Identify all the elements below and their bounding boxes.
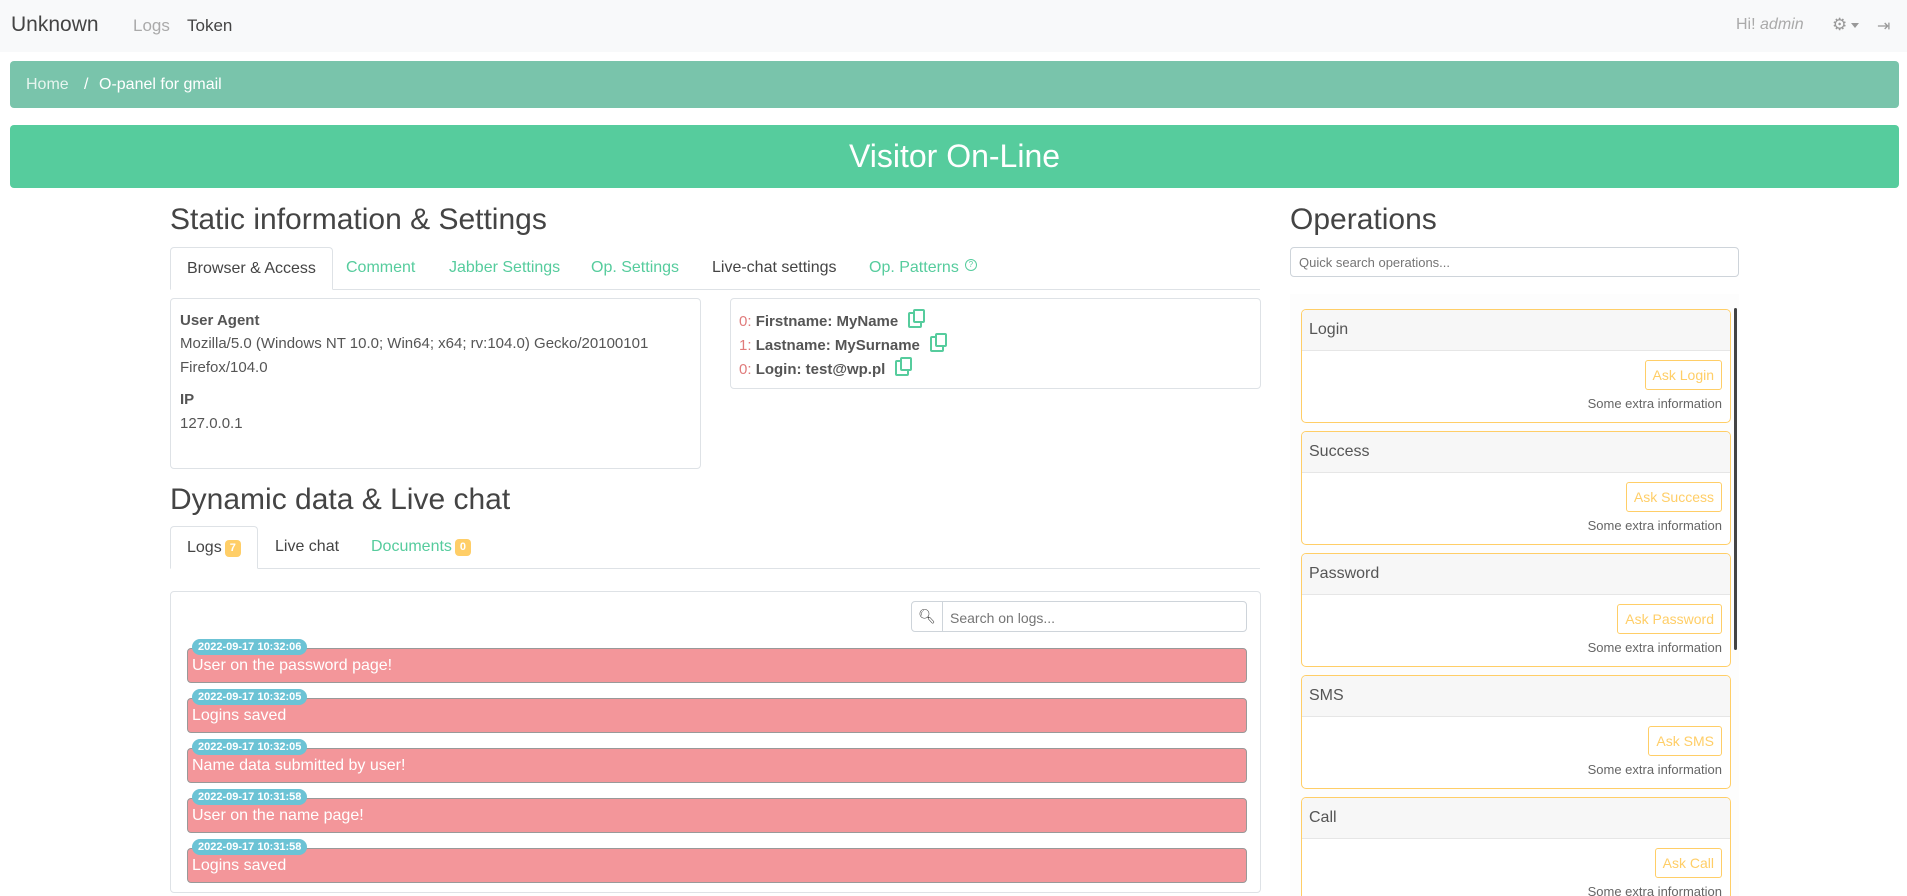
tab-live-chat-settings[interactable]: Live-chat settings [712,259,837,277]
log-message: Logins saved [192,707,287,724]
tab-live-chat[interactable]: Live chat [275,538,339,556]
documents-count-badge: 0 [454,539,472,556]
tab-jabber-settings[interactable]: Jabber Settings [449,259,560,277]
ip-label: IP [180,391,195,408]
log-entry: 2022-09-17 10:32:05 Name data submitted … [187,739,1247,783]
operation-card-sms: SMS Ask SMS Some extra information [1301,675,1731,789]
tab-op-settings[interactable]: Op. Settings [591,259,679,277]
page-banner: Visitor On-Line [10,125,1899,188]
operation-title: Password [1302,554,1730,595]
operations-search-input[interactable] [1290,247,1739,277]
dynamic-tabs: Logs 7 Live chat Documents 0 [170,526,1260,569]
logout-icon[interactable]: ⇥ [1877,16,1890,36]
field-text: Firstname: MyName [755,313,899,330]
copy-icon[interactable] [895,357,913,376]
user-agent-line-1: Mozilla/5.0 (Windows NT 10.0; Win64; x64… [180,335,649,352]
log-timestamp: 2022-09-17 10:32:06 [192,639,308,655]
log-entry: 2022-09-17 10:32:06 User on the password… [187,639,1247,683]
operation-card-success: Success Ask Success Some extra informati… [1301,431,1731,545]
ip-value: 127.0.0.1 [180,415,243,432]
tab-documents[interactable]: Documents 0 [371,538,472,556]
search-icon[interactable]: 🔍︎ [912,602,943,631]
help-icon: ? [964,259,977,271]
submitted-fields-card: 0: Firstname: MyName 1: Lastname: MySurn… [730,298,1261,389]
log-timestamp: 2022-09-17 10:31:58 [192,839,308,855]
breadcrumb: Home / O-panel for gmail [10,61,1899,108]
operation-info: Some extra information [1587,518,1722,533]
field-index: 0: [739,361,752,378]
field-text: Lastname: MySurname [755,337,920,354]
log-message: Logins saved [192,857,287,874]
tab-op-patterns[interactable]: Op. Patterns? [869,259,977,277]
log-message: User on the name page! [192,807,364,824]
static-section-title: Static information & Settings [170,203,547,236]
tab-comment[interactable]: Comment [346,259,415,277]
greeting-text: Hi! [1736,16,1756,33]
brand-name[interactable]: Unknown [11,13,99,37]
user-agent-line-2: Firefox/104.0 [180,359,268,376]
operation-info: Some extra information [1587,762,1722,777]
operation-card-login: Login Ask Login Some extra information [1301,309,1731,423]
operation-info: Some extra information [1587,396,1722,411]
tab-op-patterns-label: Op. Patterns [869,259,959,276]
field-row: 1: Lastname: MySurname [739,333,948,354]
ask-sms-button[interactable]: Ask SMS [1648,726,1722,756]
gear-icon[interactable]: ⚙ [1832,15,1847,35]
log-entry: 2022-09-17 10:32:05 Logins saved [187,689,1247,733]
log-timestamp: 2022-09-17 10:32:05 [192,739,308,755]
user-agent-label: User Agent [180,312,260,329]
operation-card-password: Password Ask Password Some extra informa… [1301,553,1731,667]
breadcrumb-home[interactable]: Home [26,76,69,94]
log-timestamp: 2022-09-17 10:32:05 [192,689,308,705]
tab-logs-label: Logs [187,539,222,556]
tab-logs[interactable]: Logs 7 [170,526,258,569]
copy-icon[interactable] [908,309,926,328]
ask-password-button[interactable]: Ask Password [1617,604,1722,634]
top-navbar: Unknown Logs Token Hi! admin ⚙ ⇥ [0,0,1907,52]
log-message: User on the password page! [192,657,393,674]
field-index: 1: [739,337,752,354]
user-greeting: Hi! admin [1736,16,1804,34]
operation-title: Success [1302,432,1730,473]
breadcrumb-separator: / [84,76,89,93]
operation-info: Some extra information [1587,640,1722,655]
log-message: Name data submitted by user! [192,757,406,774]
ask-call-button[interactable]: Ask Call [1654,848,1722,878]
logs-count-badge: 7 [224,540,241,557]
operation-title: Call [1302,798,1730,839]
log-search-input[interactable] [948,602,1242,633]
log-entry: 2022-09-17 10:31:58 Logins saved [187,839,1247,883]
browser-info-card: User Agent Mozilla/5.0 (Windows NT 10.0;… [170,298,701,469]
field-text: Login: test@wp.pl [755,361,886,378]
operations-title: Operations [1290,203,1437,236]
operation-card-call: Call Ask Call Some extra information [1301,797,1731,896]
operation-info: Some extra information [1587,884,1722,896]
nav-link-token[interactable]: Token [187,16,232,36]
logs-panel: 🔍︎ 2022-09-17 10:32:06 User on the passw… [170,591,1261,893]
operation-title: Login [1302,310,1730,351]
dynamic-section-title: Dynamic data & Live chat [170,483,511,516]
tab-browser-access[interactable]: Browser & Access [170,247,333,290]
operations-list: Login Ask Login Some extra information S… [1290,294,1739,896]
username: admin [1760,16,1804,33]
log-entry: 2022-09-17 10:31:58 User on the name pag… [187,789,1247,833]
operation-title: SMS [1302,676,1730,717]
ask-success-button[interactable]: Ask Success [1625,482,1722,512]
field-index: 0: [739,313,752,330]
field-row: 0: Firstname: MyName [739,309,926,330]
operations-scrollbar[interactable] [1734,308,1737,650]
copy-icon[interactable] [930,333,948,352]
static-tabs: Browser & Access Comment Jabber Settings… [170,247,1260,290]
field-row: 0: Login: test@wp.pl [739,357,913,378]
nav-link-logs[interactable]: Logs [133,16,170,36]
log-timestamp: 2022-09-17 10:31:58 [192,789,308,805]
tab-documents-label: Documents [371,538,452,555]
chevron-down-icon[interactable] [1851,23,1859,28]
log-search-group: 🔍︎ [911,601,1247,633]
ask-login-button[interactable]: Ask Login [1644,360,1722,390]
breadcrumb-current: O-panel for gmail [99,76,222,93]
